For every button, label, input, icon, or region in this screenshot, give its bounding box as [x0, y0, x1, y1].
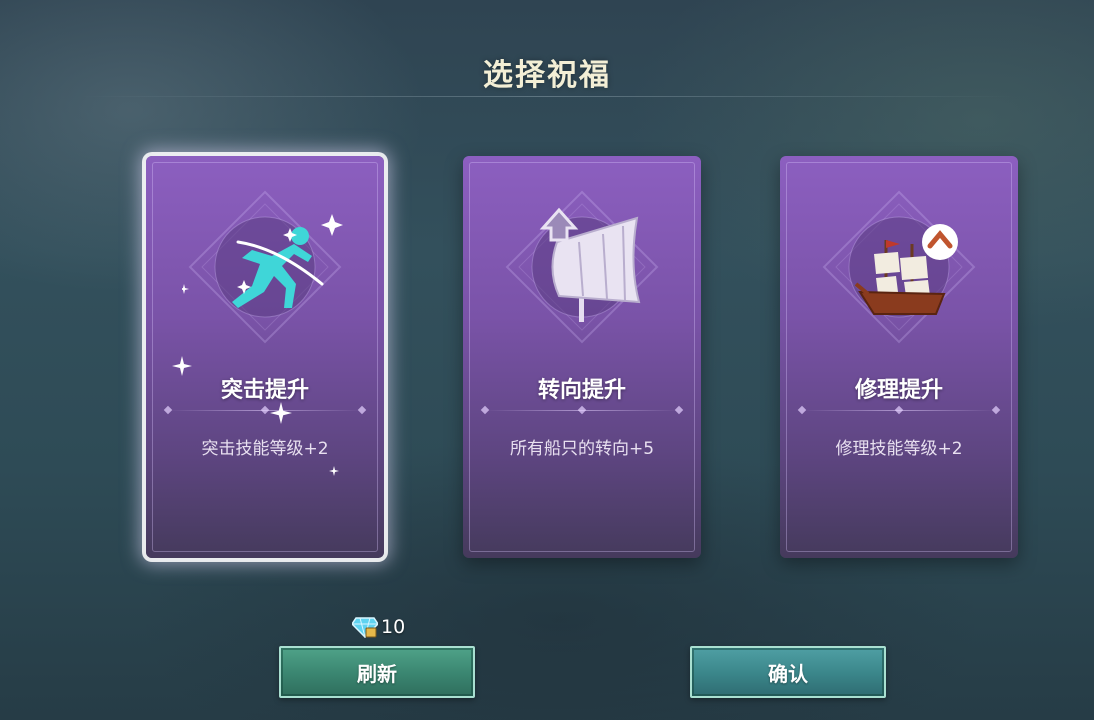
refresh-button[interactable]: 刷新	[279, 646, 475, 698]
blessing-card-steering[interactable]: 转向提升 所有船只的转向+5	[463, 156, 701, 558]
card-divider	[163, 405, 367, 415]
running-figure-icon	[179, 184, 348, 350]
confirm-button[interactable]: 确认	[690, 646, 886, 698]
card-name: 突击提升	[220, 378, 309, 403]
card-divider	[480, 405, 684, 415]
sparkle-icon	[270, 402, 292, 424]
blessing-card-repair[interactable]: 修理提升 修理技能等级+2	[780, 156, 1018, 558]
sparkle-icon	[329, 466, 339, 476]
card-divider	[797, 405, 1001, 415]
refresh-cost-value: 10	[381, 616, 406, 638]
blessing-card-assault[interactable]: 突击提升 突击技能等级+2	[146, 156, 384, 558]
card-name: 转向提升	[537, 378, 626, 403]
title-divider	[80, 96, 1014, 97]
confirm-button-label: 确认	[768, 661, 808, 686]
refresh-cost: 10	[352, 614, 405, 640]
sail-arrow-icon	[499, 184, 665, 350]
card-description: 修理技能等级+2	[835, 439, 963, 459]
refresh-button-label: 刷新	[357, 661, 397, 686]
repair-ship-icon	[816, 184, 982, 350]
card-description: 突击技能等级+2	[201, 439, 329, 459]
diamond-icon	[352, 617, 378, 638]
card-name: 修理提升	[854, 378, 943, 403]
page-title: 选择祝福	[483, 58, 611, 93]
card-description: 所有船只的转向+5	[509, 439, 655, 459]
sparkle-icon	[172, 356, 192, 376]
